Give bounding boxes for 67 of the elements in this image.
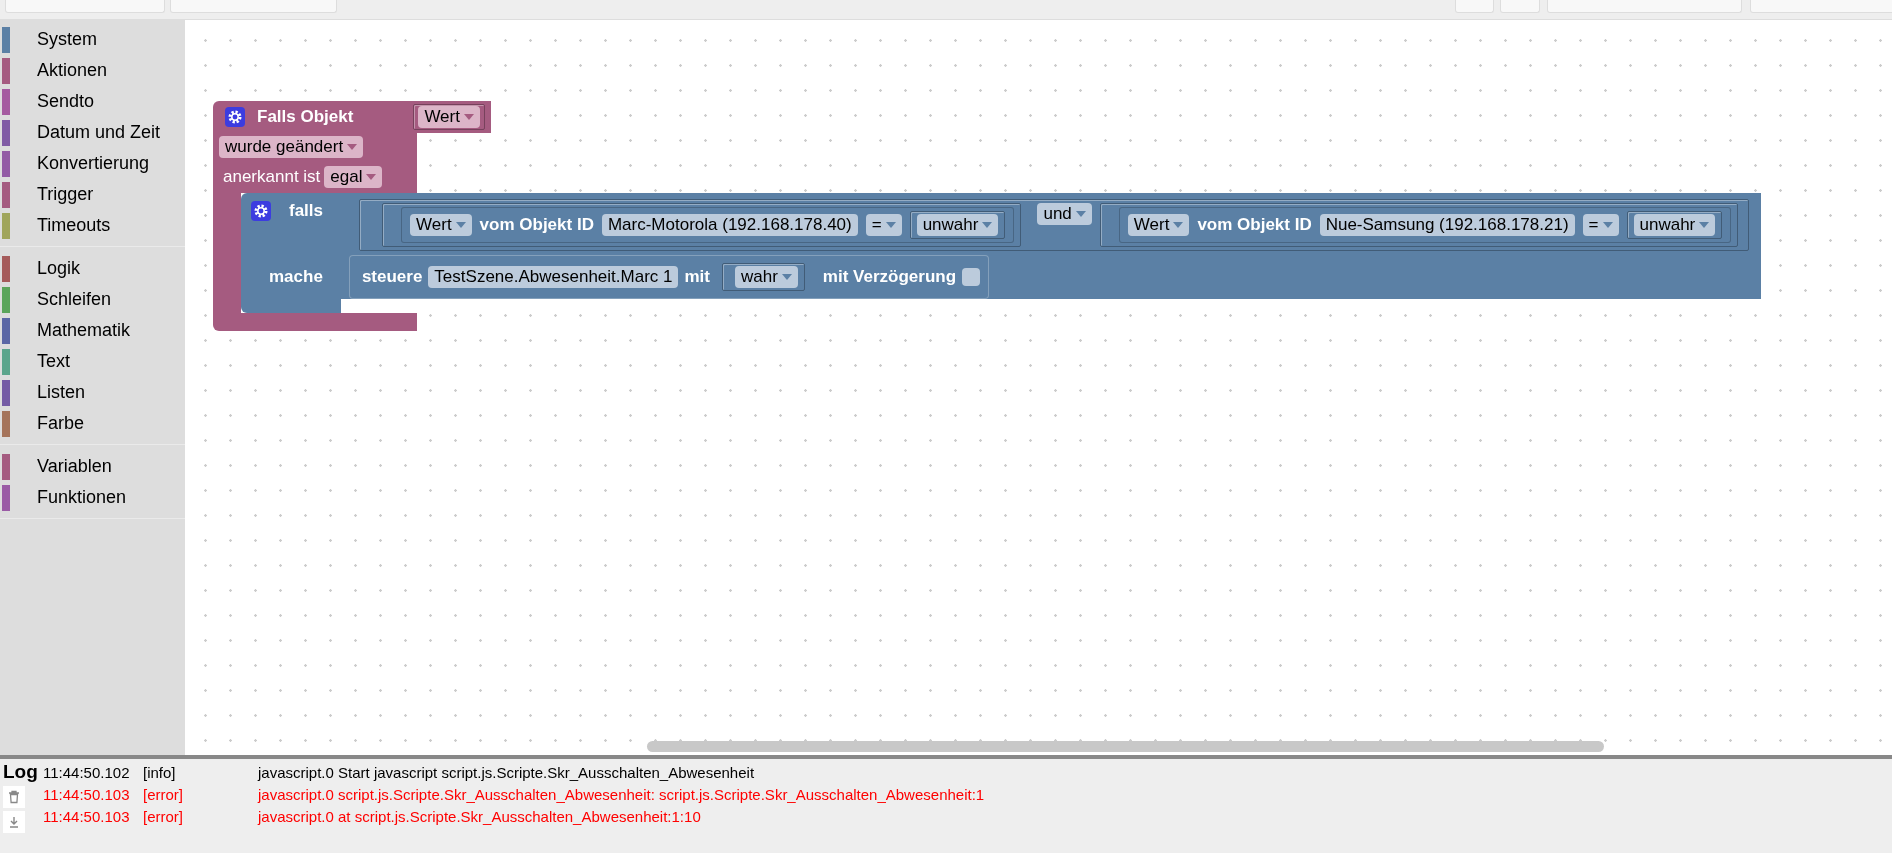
category-item[interactable]: Farbe	[37, 413, 85, 434]
category-item[interactable]: System	[37, 29, 97, 50]
caret-icon	[1173, 222, 1184, 228]
log-level: [error]	[143, 785, 184, 803]
log-message: javascript.0 at script.js.Scripte.Skr_Ausschalten_Abwesenheit:1:10	[258, 807, 702, 825]
dropdown[interactable]: Marc-Motorola (192.168.178.40)	[601, 214, 858, 236]
log-level: [info]	[143, 763, 177, 781]
caret-icon	[366, 174, 377, 180]
block-label: mit Verzögerung	[822, 267, 957, 287]
dropdown[interactable]: Wert	[410, 214, 472, 236]
caret-icon	[347, 144, 358, 150]
category-item[interactable]: Sendto	[37, 91, 95, 112]
block-label: Falls Objekt	[257, 107, 354, 127]
log-time: 11:44:50.102	[43, 763, 131, 781]
gear-icon[interactable]	[251, 201, 271, 221]
log-time: 11:44:50.103	[43, 785, 131, 803]
category-item[interactable]: Trigger	[37, 184, 94, 205]
caret-icon	[463, 114, 474, 120]
checkbox[interactable]	[962, 268, 981, 286]
block-label: anerkannt ist	[223, 167, 321, 187]
dropdown[interactable]: wurde geändert	[219, 136, 364, 158]
clear-log-button[interactable]	[3, 786, 25, 808]
trash-icon	[7, 790, 21, 804]
block-label: steuere	[361, 267, 423, 287]
caret-icon	[455, 222, 466, 228]
category-item[interactable]: Listen	[37, 382, 86, 403]
category-item[interactable]: Konvertierung	[37, 153, 150, 174]
dropdown[interactable]: Wert	[1127, 214, 1190, 236]
caret-icon	[885, 222, 896, 228]
dropdown[interactable]: Nue-Samsung (192.168.178.21)	[1319, 214, 1575, 236]
dropdown[interactable]: egal	[324, 166, 383, 188]
log-time: 11:44:50.103	[43, 807, 131, 825]
dropdown[interactable]: =	[865, 214, 902, 236]
log-title: Log	[3, 761, 38, 783]
dropdown[interactable]: Wert	[418, 106, 480, 128]
category-item[interactable]: Text	[37, 351, 70, 372]
block-label: mache	[269, 267, 323, 287]
gear-icon[interactable]	[225, 107, 245, 127]
category-item[interactable]: Logik	[37, 258, 81, 279]
dropdown[interactable]: unwahr	[916, 214, 999, 236]
caret-icon	[1075, 211, 1086, 217]
dropdown[interactable]: unwahr	[1633, 214, 1716, 236]
caret-icon	[1699, 222, 1710, 228]
horizontal-scrollbar[interactable]	[647, 741, 1604, 752]
category-item[interactable]: Datum und Zeit	[37, 122, 161, 143]
dropdown[interactable]: =	[1582, 214, 1619, 236]
dropdown[interactable]: und	[1037, 203, 1092, 225]
log-level: [error]	[143, 807, 184, 825]
block-label: vom Objekt ID	[1197, 215, 1312, 235]
category-item[interactable]: Timeouts	[37, 215, 111, 236]
caret-icon	[982, 222, 993, 228]
category-item[interactable]: Mathematik	[37, 320, 131, 341]
category-item[interactable]: Schleifen	[37, 289, 112, 310]
download-icon	[7, 815, 21, 829]
dropdown[interactable]: wahr	[735, 266, 798, 288]
category-item[interactable]: Funktionen	[37, 487, 127, 508]
block-label: falls	[289, 201, 324, 221]
download-log-button[interactable]	[3, 811, 25, 833]
caret-icon	[781, 274, 792, 280]
block-label: vom Objekt ID	[479, 215, 594, 235]
log-message: javascript.0 script.js.Scripte.Skr_Ausschalten_Abwesenheit: script.js.Scripte.Skr_Ausschalten_Abwesenheit:1	[258, 785, 985, 803]
block-label: mit	[684, 267, 710, 287]
dropdown[interactable]: TestSzene.Abwesenheit.Marc 1	[428, 266, 679, 288]
caret-icon	[1602, 222, 1613, 228]
log-message: javascript.0 Start javascript script.js.Scripte.Skr_Ausschalten_Abwesenheit	[258, 763, 756, 781]
category-item[interactable]: Variablen	[37, 456, 112, 477]
category-item[interactable]: Aktionen	[37, 60, 108, 81]
